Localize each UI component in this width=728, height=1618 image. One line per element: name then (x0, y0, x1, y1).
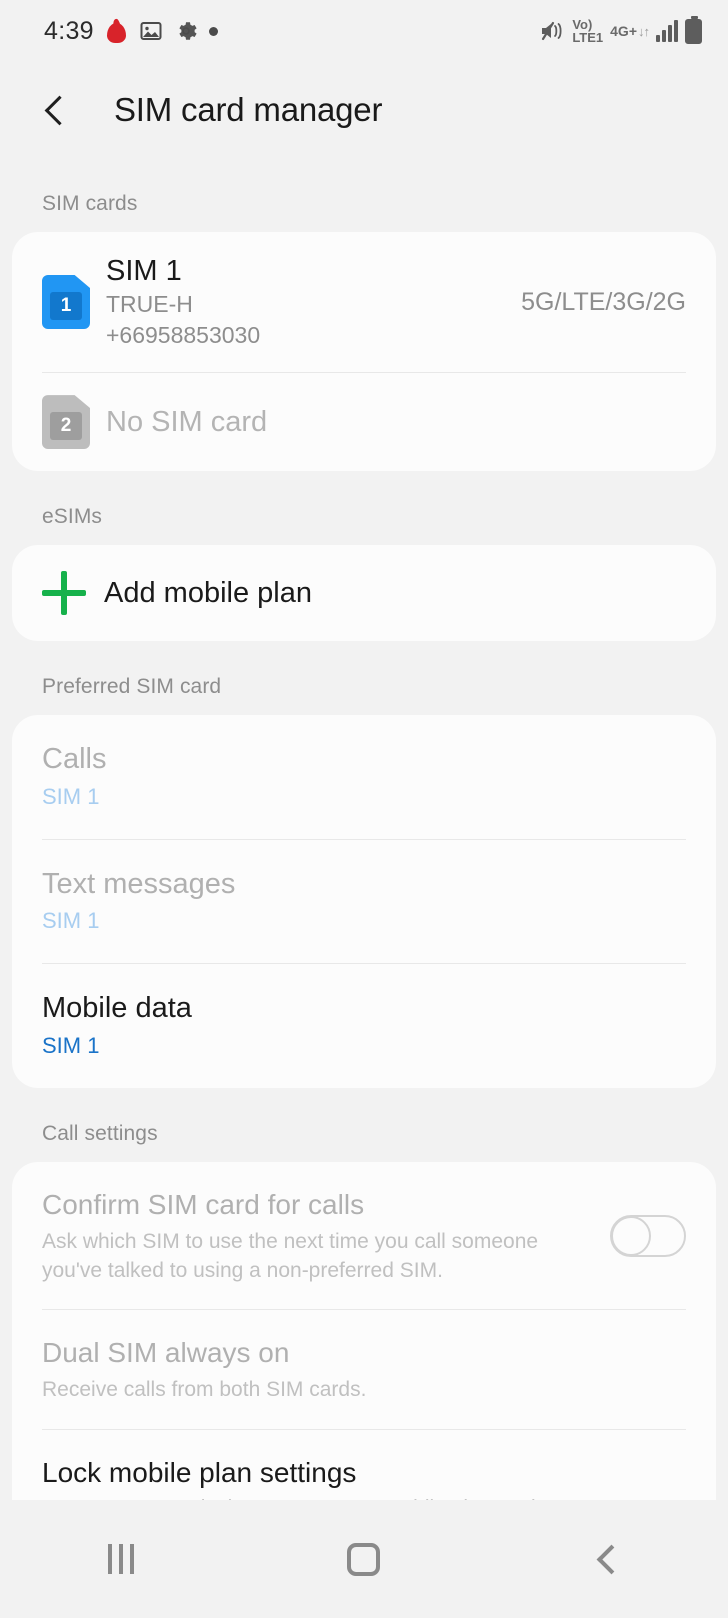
dual-sim-always-on-label: Dual SIM always on (42, 1337, 290, 1369)
toggle-knob (611, 1215, 651, 1256)
status-bar-right: Vo) LTE1 4G+ ↓↑ (539, 15, 702, 45)
home-button[interactable] (304, 1519, 424, 1599)
mute-icon (539, 19, 565, 43)
section-header-esims: eSIMs (42, 505, 103, 529)
lock-mobile-plan-settings-label: Lock mobile plan settings (42, 1456, 357, 1488)
network-type-label: 4G+ (610, 23, 637, 39)
sim-1-title: SIM 1 (106, 255, 182, 287)
sim-cards-card: 1 SIM 1 TRUE-H +66958853030 5G/LTE/3G/2G… (12, 232, 716, 472)
preferred-text-messages-label: Text messages (42, 867, 236, 900)
sim-2-label: No SIM card (106, 405, 268, 438)
sim-card-2-icon: 2 (42, 395, 90, 450)
dot-icon (208, 26, 218, 36)
confirm-sim-for-calls-row[interactable]: Confirm SIM card for calls Ask which SIM… (12, 1162, 716, 1310)
sim-1-carrier: TRUE-H (106, 291, 193, 318)
status-bar: 4:39 Vo) LTE1 4G+ ↓↑ (0, 0, 728, 62)
confirm-sim-for-calls-description: Ask which SIM to use the next time you c… (42, 1229, 539, 1283)
section-header-call-settings: Call settings (42, 1121, 158, 1145)
signal-bars-icon (656, 20, 678, 42)
preferred-calls-value: SIM 1 (42, 783, 100, 809)
preferred-mobile-data-row[interactable]: Mobile data SIM 1 (12, 964, 716, 1088)
confirm-sim-for-calls-texts: Confirm SIM card for calls Ask which SIM… (42, 1186, 590, 1286)
confirm-sim-for-calls-toggle[interactable] (610, 1214, 686, 1257)
network-type-indicator: 4G+ ↓↑ (610, 23, 650, 39)
status-bar-clock: 4:39 (44, 16, 94, 45)
confirm-sim-for-calls-label: Confirm SIM card for calls (42, 1188, 365, 1220)
sim-1-phone-number: +66958853030 (106, 321, 261, 348)
preferred-calls-label: Calls (42, 743, 107, 776)
preferred-calls-row[interactable]: Calls SIM 1 (12, 715, 716, 839)
section-header-sim-cards: SIM cards (42, 192, 138, 215)
flame-icon (105, 19, 128, 44)
sim-1-network-modes: 5G/LTE/3G/2G (521, 287, 686, 316)
recents-button[interactable] (61, 1519, 181, 1599)
sim-1-badge: 1 (50, 292, 82, 321)
sim-2-row[interactable]: 2 No SIM card (12, 373, 716, 471)
settings-content: SIM cards 1 SIM 1 TRUE-H +66958853030 5G… (0, 158, 728, 1500)
back-icon (594, 1546, 620, 1572)
app-bar: SIM card manager (0, 62, 728, 158)
phone-screen: 4:39 Vo) LTE1 4G+ ↓↑ SIM card manager SI… (0, 0, 728, 1618)
sim-card-1-icon: 1 (42, 275, 90, 330)
sim-2-badge: 2 (50, 412, 82, 441)
add-mobile-plan-row[interactable]: Add mobile plan (12, 545, 716, 641)
call-settings-card: Confirm SIM card for calls Ask which SIM… (12, 1161, 716, 1500)
preferred-text-messages-value: SIM 1 (42, 908, 100, 934)
dual-sim-always-on-texts: Dual SIM always on Receive calls from bo… (42, 1334, 686, 1404)
navigation-bar (0, 1500, 728, 1618)
volte-icon: Vo) LTE1 (572, 16, 604, 45)
add-mobile-plan-label: Add mobile plan (104, 576, 312, 609)
lock-mobile-plan-settings-texts: Lock mobile plan settings Use your scree… (42, 1454, 686, 1500)
status-bar-left: 4:39 (44, 17, 218, 46)
page-title: SIM card manager (114, 91, 383, 128)
gear-icon (174, 19, 198, 43)
preferred-mobile-data-value: SIM 1 (42, 1032, 100, 1058)
dual-sim-always-on-row[interactable]: Dual SIM always on Receive calls from bo… (12, 1310, 716, 1428)
recents-icon (108, 1544, 135, 1574)
plus-icon (42, 571, 86, 616)
data-transfer-arrows: ↓↑ (638, 24, 650, 39)
back-arrow-icon[interactable] (40, 95, 70, 125)
battery-icon (685, 15, 702, 44)
preferred-text-messages-row[interactable]: Text messages SIM 1 (12, 840, 716, 964)
home-icon (347, 1542, 381, 1576)
image-icon (139, 19, 163, 43)
section-header-preferred-sim: Preferred SIM card (42, 675, 222, 699)
sim-1-row[interactable]: 1 SIM 1 TRUE-H +66958853030 5G/LTE/3G/2G (12, 232, 716, 372)
back-button[interactable] (547, 1519, 667, 1599)
preferred-mobile-data-label: Mobile data (42, 992, 192, 1025)
dual-sim-always-on-description: Receive calls from both SIM cards. (42, 1378, 367, 1402)
preferred-sim-card: Calls SIM 1 Text messages SIM 1 Mobile d… (12, 715, 716, 1088)
sim-1-texts: SIM 1 TRUE-H +66958853030 (106, 254, 503, 350)
esims-card: Add mobile plan (12, 545, 716, 642)
lock-mobile-plan-settings-row[interactable]: Lock mobile plan settings Use your scree… (12, 1430, 716, 1500)
